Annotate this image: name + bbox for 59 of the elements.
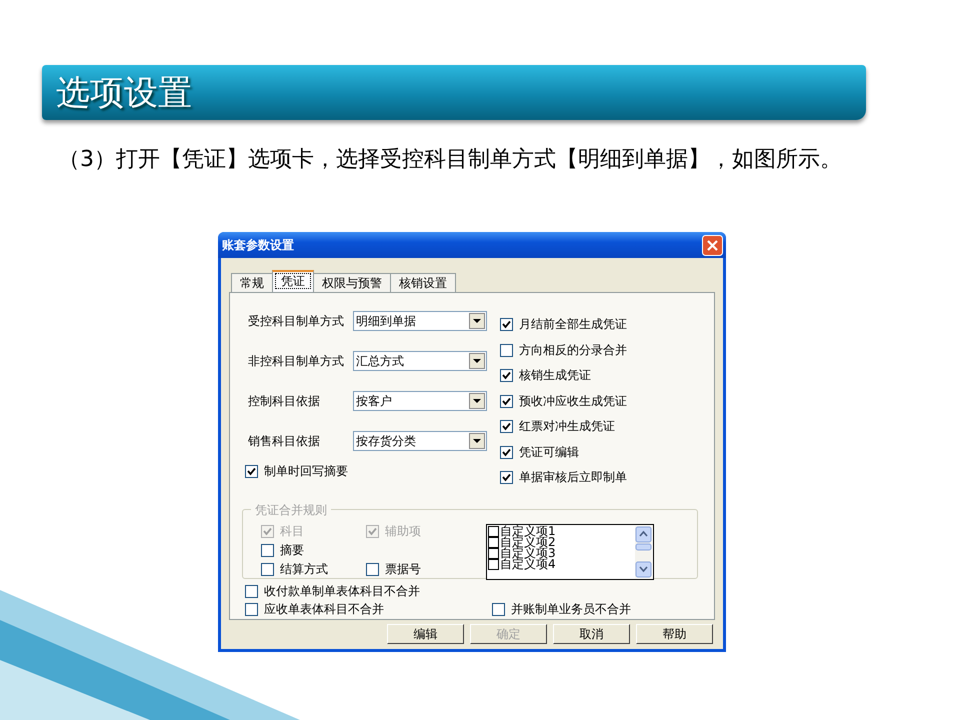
dialog-button[interactable]: 取消 [553,624,630,644]
tab[interactable]: 常规 [231,273,273,292]
checkbox[interactable] [488,536,499,548]
scrollbar[interactable] [635,526,652,578]
field-label: 控制科目依据 [247,393,321,410]
checkbox[interactable] [488,526,499,536]
checkbox[interactable] [500,318,513,332]
list-item[interactable]: 自定义项3 [500,548,556,558]
checkbox[interactable] [500,394,513,408]
dropdown[interactable]: 按存货分类 [353,431,487,451]
dropdown[interactable]: 汇总方式 [353,351,487,371]
tab[interactable]: 凭证 [272,270,314,292]
checkbox[interactable] [261,562,274,576]
tab[interactable]: 权限与预警 [313,273,391,292]
checkbox[interactable] [500,344,513,357]
checkbox-label: 预收冲应收生成凭证 [519,392,627,410]
field-label: 受控科目制单方式 [247,313,345,330]
checkbox[interactable] [500,420,513,434]
list-item[interactable]: 自定义项4 [500,558,556,570]
dialog-button[interactable]: 编辑 [387,624,464,644]
checkbox-label: 票据号 [385,560,421,578]
checkbox[interactable] [488,548,499,558]
checkbox-label: 结算方式 [280,560,328,578]
checkbox[interactable] [500,369,513,382]
list-item[interactable]: 自定义项2 [500,536,556,548]
checkbox[interactable] [500,471,513,484]
checkbox[interactable] [492,603,505,616]
checkbox[interactable] [366,562,379,576]
tab[interactable]: 核销设置 [390,273,456,292]
checkbox-label: 并账制单业务员不合并 [511,601,631,618]
checkbox[interactable] [500,446,513,459]
checkbox-label: 制单时回写摘要 [264,463,348,480]
checkbox-label: 月结前全部生成凭证 [519,316,627,334]
checkbox-label: 收付款单制单表体科目不合并 [264,583,420,600]
checkbox-label: 辅助项 [385,522,421,540]
field-label: 非控科目制单方式 [247,353,345,370]
checkbox-label: 摘要 [280,542,304,558]
list-item[interactable]: 自定义项1 [500,526,556,536]
checkbox[interactable] [245,585,258,598]
checkbox[interactable] [261,544,274,556]
checkbox[interactable] [488,558,499,570]
slide-title: 选项设置 [56,72,192,114]
checkbox[interactable] [245,603,258,616]
instruction-text: （3）打开【凭证】选项卡，选择受控科目制单方式【明细到单据】，如图所示。 [58,146,843,174]
dialog-title: 账套参数设置 [222,236,294,254]
dropdown[interactable]: 按客户 [353,391,487,411]
checkbox-label: 红票对冲生成凭证 [519,418,615,436]
checkbox-label: 应收单表体科目不合并 [264,601,384,618]
field-label: 销售科目依据 [247,433,321,450]
checkbox-label: 单据审核后立即制单 [519,469,627,486]
checkbox[interactable] [245,465,258,478]
dropdown[interactable]: 明细到单据 [353,311,487,331]
checkbox-label: 核销生成凭证 [519,367,591,384]
group-title: 凭证合并规则 [251,502,331,518]
checkbox-label: 方向相反的分录合并 [519,342,627,359]
checkbox-label: 凭证可编辑 [519,444,579,461]
dialog-button[interactable]: 帮助 [636,624,713,644]
checkbox-label: 科目 [280,522,304,540]
close-icon[interactable] [702,234,723,256]
